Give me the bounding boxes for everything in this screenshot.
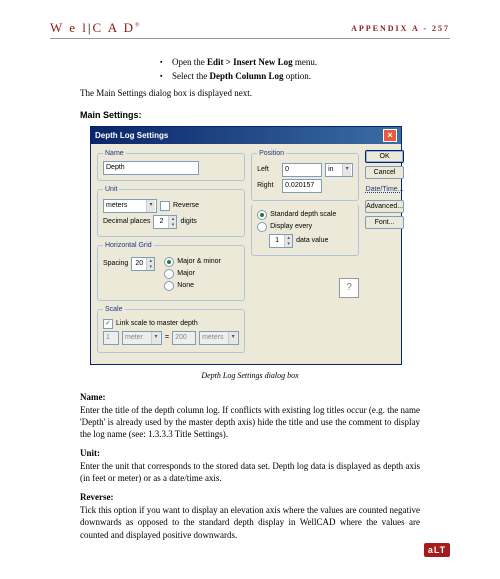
datetime-link[interactable]: Date/Time... <box>365 186 404 193</box>
scale-unit2: meters <box>199 331 239 345</box>
scale-num1: 1 <box>103 331 119 345</box>
display-every-stepper[interactable]: 1 ▴▾ <box>269 234 293 248</box>
standard-scale-radio[interactable] <box>257 210 267 220</box>
figure-caption: Depth Log Settings dialog box <box>50 371 450 380</box>
list-item: Select the Depth Column Log option. <box>160 71 450 81</box>
term-unit: Unit: <box>80 448 450 458</box>
ok-button[interactable]: OK <box>365 150 404 163</box>
grid-major-minor-radio[interactable] <box>164 257 174 267</box>
instruction-list: Open the Edit > Insert New Log menu. Sel… <box>120 57 450 81</box>
para-name: Enter the title of the depth column log.… <box>80 404 420 440</box>
unit-combo[interactable]: meters <box>103 199 157 213</box>
cancel-button[interactable]: Cancel <box>365 166 404 179</box>
name-group: Name Depth <box>97 150 245 181</box>
term-reverse: Reverse: <box>80 492 450 502</box>
depth-log-settings-dialog: Depth Log Settings × Name Depth Unit met… <box>90 126 402 365</box>
horizontal-grid-group: Horizontal Grid Spacing 20 ▴▾ <box>97 242 245 301</box>
appendix-label: APPENDIX A - 257 <box>351 24 450 33</box>
para-unit: Enter the unit that corresponds to the s… <box>80 460 420 484</box>
right-input[interactable]: 0.020157 <box>282 179 322 193</box>
main-settings-heading: Main Settings: <box>80 110 450 120</box>
scale-unit1: meter <box>122 331 162 345</box>
decimal-places-stepper[interactable]: 2 ▴▾ <box>153 215 177 229</box>
list-item: Open the Edit > Insert New Log menu. <box>160 57 450 67</box>
term-name: Name: <box>80 392 450 402</box>
left-input[interactable]: 0 <box>282 163 322 177</box>
grid-major-radio[interactable] <box>164 269 174 279</box>
position-group: Position Left 0 in Right 0.020157 <box>251 150 359 201</box>
pos-unit-combo[interactable]: in <box>325 163 353 177</box>
display-options-group: Standard depth scale Display every 1 ▴▾ … <box>251 204 359 256</box>
link-scale-checkbox[interactable]: ✓ <box>103 319 113 329</box>
scale-group: Scale ✓ Link scale to master depth 1 met… <box>97 306 245 353</box>
scale-num2: 200 <box>172 331 196 345</box>
dialog-titlebar[interactable]: Depth Log Settings × <box>91 127 401 144</box>
name-input[interactable]: Depth <box>103 161 199 175</box>
page-header: W e l|C A D® APPENDIX A - 257 <box>50 20 450 39</box>
close-icon[interactable]: × <box>383 129 397 142</box>
intro-text: The Main Settings dialog box is displaye… <box>80 87 450 100</box>
reverse-checkbox[interactable] <box>160 201 170 211</box>
grid-none-radio[interactable] <box>164 281 174 291</box>
unit-group: Unit meters Reverse Decimal places 2 ▴▾ <box>97 186 245 237</box>
wellcad-logo: W e l|C A D® <box>50 20 142 36</box>
advanced-button[interactable]: Advanced... <box>365 200 404 213</box>
para-reverse: Tick this option if you want to display … <box>80 504 420 540</box>
dialog-title: Depth Log Settings <box>95 131 168 140</box>
font-button[interactable]: Font... <box>365 216 404 229</box>
display-every-radio[interactable] <box>257 222 267 232</box>
spacing-stepper[interactable]: 20 ▴▾ <box>131 257 155 271</box>
help-icon[interactable]: ? <box>339 278 359 298</box>
alt-logo: aLT <box>424 543 450 557</box>
